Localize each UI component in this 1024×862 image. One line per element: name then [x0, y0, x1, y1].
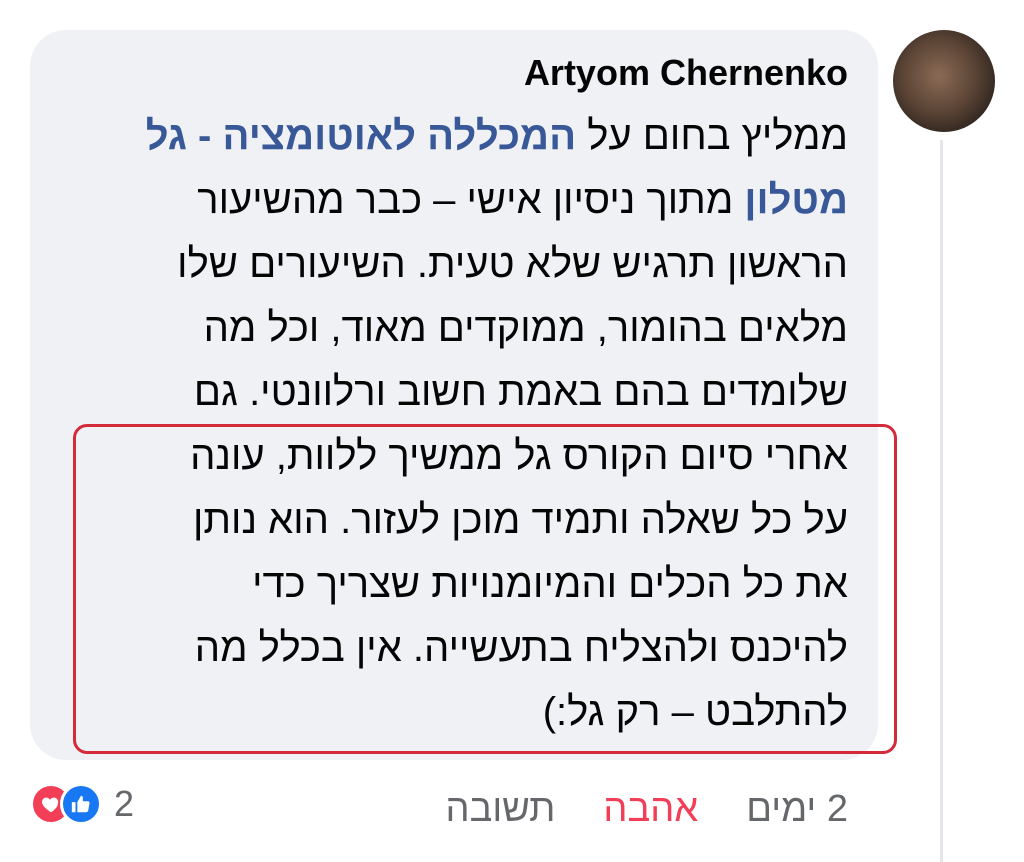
reaction-count: 2 — [114, 783, 135, 824]
comment-line: מטלון מתוך ניסיון אישי – כבר מהשיעור — [62, 168, 848, 232]
love-reaction-button[interactable]: אהבה — [603, 788, 698, 831]
comment-line: ממליץ בחום על המכללה לאוטומציה - גל — [62, 104, 848, 168]
page-mention-link[interactable]: מטלון — [744, 178, 848, 222]
like-icon — [60, 783, 102, 825]
highlight-box — [73, 424, 897, 754]
comment-author[interactable]: Artyom Chernenko — [524, 52, 848, 94]
text-segment: ממליץ בחום על — [576, 114, 848, 158]
page-mention-link[interactable]: המכללה לאוטומציה - גל — [146, 114, 576, 158]
comment-actions: 2 ימים אהבה תשובה — [446, 788, 849, 831]
thread-line — [940, 140, 943, 862]
comment-line: מלאים בהומור, ממוקדים מאוד, וכל מה — [203, 306, 848, 350]
reply-button[interactable]: תשובה — [446, 788, 556, 831]
comment-line: שלומדים בהם באמת חשוב ורלוונטי. גם — [193, 370, 848, 414]
text-segment: מתוך ניסיון אישי – כבר מהשיעור — [197, 178, 745, 222]
author-avatar[interactable] — [893, 30, 995, 132]
comment-line: הראשון תרגיש שלא טעית. השיעורים שלו — [177, 242, 848, 286]
reactions-summary[interactable]: 2 — [30, 783, 135, 825]
comment-timestamp[interactable]: 2 ימים — [746, 788, 848, 831]
